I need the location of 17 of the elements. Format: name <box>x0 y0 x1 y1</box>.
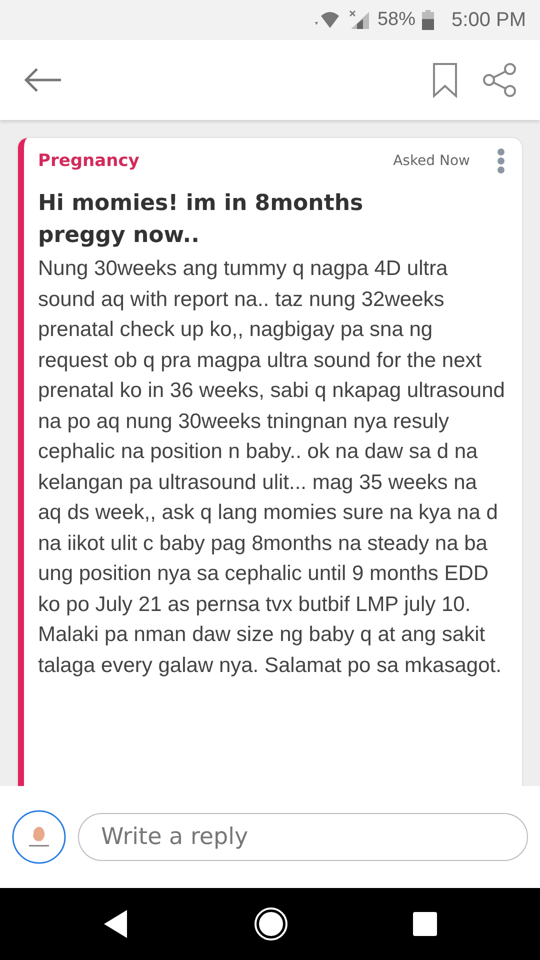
question-title: Hi momies! im in 8months preggy now.. <box>38 190 364 250</box>
recents-icon[interactable] <box>413 912 438 936</box>
signal-icon <box>349 10 372 30</box>
battery-icon <box>422 10 434 30</box>
back-icon[interactable] <box>102 909 129 939</box>
battery-percent: 58% <box>377 9 416 31</box>
share-icon[interactable] <box>482 62 518 98</box>
category-label[interactable]: Pregnancy <box>38 151 368 171</box>
bookmark-icon[interactable] <box>432 62 458 98</box>
avatar-icon[interactable] <box>12 810 66 864</box>
home-icon[interactable] <box>254 907 288 941</box>
back-arrow-icon[interactable] <box>24 67 62 93</box>
reply-field[interactable]: Write a reply <box>78 813 528 861</box>
clock-time: 5:00 PM <box>452 8 526 32</box>
more-options-icon[interactable] <box>496 148 506 174</box>
question-text: Nung 30weeks ang tummy q nagpa 4D ultra sound aq with report na.. taz nung 32weeks prenatal check up ko,, nagbigay pa sna ng request ob q pra magpa ultra sound for the next prenatal ko in 36 weeks, sabi q nkapag ultrasound na po aq nung 30weeks tningnan nya resuly cephalic na position n baby.. ok na daw sa d na kelangan pa ultrasound ulit... mag 35 weeks na aq ds week,, ask q lang momies sure na kya na d na iikot ulit c baby pag 8months na steady na ba ung position nya sa cephalic until 9 months EDD ko po July 21 as pernsa tvx butbif LMP july 10. Malaki pa nman daw size ng baby q at ang sakit talaga every galaw nya. Salamat po sa mkasagot. <box>38 256 506 678</box>
asked-time: Asked Now <box>393 153 470 169</box>
